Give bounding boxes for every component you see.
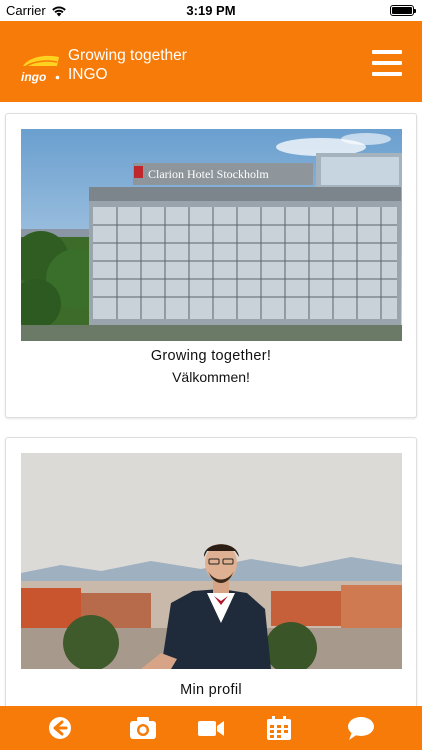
ingo-logo: ingo — [21, 55, 60, 84]
chat-bubble-icon[interactable] — [346, 714, 376, 742]
status-bar: Carrier 3:19 PM — [0, 0, 422, 21]
card-title: Growing together! — [150, 348, 272, 364]
menu-button[interactable] — [372, 50, 402, 76]
calendar-icon[interactable] — [264, 714, 294, 742]
card-title: Min profil — [180, 682, 242, 698]
profile-photo — [21, 453, 402, 669]
header-text: Growing together INGO — [68, 46, 187, 84]
app-header: ingo Growing together INGO — [0, 21, 422, 102]
header-subtitle: INGO — [68, 66, 108, 83]
hamburger-menu-icon — [372, 50, 402, 54]
battery-icon — [390, 5, 416, 16]
video-camera-icon[interactable] — [196, 714, 226, 742]
card-profile[interactable]: Min profil — [5, 437, 417, 706]
bottom-nav — [0, 706, 422, 750]
camera-icon[interactable] — [128, 714, 158, 742]
logo-text: ingo — [21, 70, 46, 84]
hotel-photo: Clarion Hotel Stockholm — [21, 129, 402, 341]
card-welcome[interactable]: Clarion Hotel Stockholm Growing together… — [5, 113, 417, 418]
card-subtitle: Välkommen! — [172, 369, 250, 385]
status-time: 3:19 PM — [186, 3, 236, 18]
battery-level — [392, 7, 412, 14]
hotel-sign: Clarion Hotel Stockholm — [148, 167, 269, 181]
header-title: Growing together — [68, 47, 187, 64]
back-arrow-icon[interactable] — [45, 714, 75, 742]
content-scroll[interactable]: Clarion Hotel Stockholm Growing together… — [0, 102, 422, 706]
